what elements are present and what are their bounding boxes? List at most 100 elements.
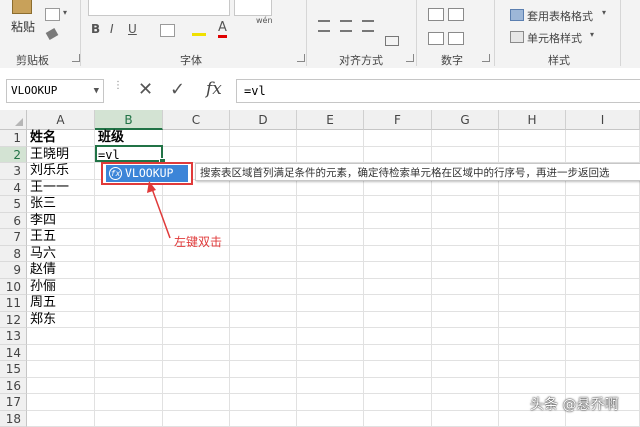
cell-a2[interactable]: 王晓明 — [30, 147, 69, 163]
chevron-down-icon[interactable]: ▼ — [94, 80, 99, 102]
name-box[interactable]: VLOOKUP ▼ — [6, 79, 104, 103]
row-header-8[interactable]: 8 — [0, 245, 27, 262]
paste-button[interactable]: 粘贴 — [6, 0, 38, 40]
bold-button[interactable]: B — [91, 22, 100, 36]
cell-a6[interactable]: 李四 — [30, 213, 56, 229]
row-header-12[interactable]: 12 — [0, 311, 27, 328]
italic-button[interactable]: I — [110, 22, 114, 36]
cancel-icon[interactable]: ✕ — [138, 79, 153, 101]
copy-icon[interactable] — [45, 8, 60, 21]
cell-a9[interactable]: 赵倩 — [30, 262, 56, 278]
annotation-label: 左键双击 — [174, 235, 223, 249]
align-right-icon[interactable] — [362, 20, 374, 32]
phonetic-button[interactable]: wén — [256, 16, 273, 25]
row-header-2[interactable]: 2 — [0, 146, 27, 163]
select-all-triangle-icon — [15, 118, 23, 126]
paste-label: 粘贴 — [11, 20, 36, 34]
autocomplete-item-vlookup[interactable]: fx VLOOKUP — [106, 165, 188, 182]
row-header-10[interactable]: 10 — [0, 278, 27, 295]
grid-row-line — [27, 195, 640, 196]
cell-a5[interactable]: 张三 — [30, 196, 56, 212]
cell-a8[interactable]: 马六 — [30, 246, 56, 262]
cell-a1[interactable]: 姓名 — [30, 130, 56, 146]
grid-row-line — [27, 310, 640, 312]
row-header-6[interactable]: 6 — [0, 212, 27, 229]
row-header-1[interactable]: 1 — [0, 130, 27, 147]
column-header-a[interactable]: A — [27, 110, 95, 130]
column-header-b[interactable]: B — [95, 110, 163, 130]
grid-row-line — [27, 294, 640, 295]
row-header-18[interactable]: 18 — [0, 410, 27, 427]
cell-a7[interactable]: 王五 — [30, 229, 56, 245]
number-launcher-icon[interactable] — [482, 54, 490, 62]
function-icon: fx — [109, 167, 122, 180]
insert-function-icon[interactable]: fx — [206, 78, 222, 100]
cell-a4[interactable]: 王一一 — [30, 180, 69, 196]
grid-row-line — [27, 228, 640, 229]
underline-button[interactable]: U — [128, 22, 137, 36]
cell-a12[interactable]: 郑东 — [30, 312, 56, 328]
row-header-3[interactable]: 3 — [0, 163, 27, 180]
row-header-15[interactable]: 15 — [0, 361, 27, 378]
styles-group-label: 样式 — [548, 54, 570, 67]
decimal-decrease-icon[interactable] — [448, 32, 464, 45]
grid-row-line — [27, 277, 640, 279]
watermark: 头条 @悬乔啊 — [530, 397, 619, 413]
clipboard-launcher-icon[interactable] — [72, 54, 80, 62]
fill-color-icon[interactable] — [192, 22, 206, 36]
formula-input[interactable]: =vl — [236, 79, 640, 103]
format-painter-icon[interactable] — [45, 28, 59, 40]
column-header-d[interactable]: D — [230, 110, 297, 130]
font-launcher-icon[interactable] — [297, 54, 305, 62]
column-header-c[interactable]: C — [163, 110, 230, 130]
active-cell-b2[interactable] — [95, 145, 163, 162]
grid-row-line — [27, 211, 640, 213]
merge-icon[interactable] — [385, 36, 399, 46]
border-icon[interactable] — [160, 24, 175, 37]
dropdown-arrow-icon[interactable]: ▾ — [63, 8, 67, 17]
format-as-table-label: 套用表格格式 — [527, 10, 593, 23]
enter-icon[interactable]: ✓ — [170, 79, 185, 101]
alignment-launcher-icon[interactable] — [406, 54, 414, 62]
grid-row-line — [27, 244, 640, 246]
column-header-f[interactable]: F — [364, 110, 432, 130]
font-color-button[interactable]: A — [218, 20, 227, 38]
cell-a10[interactable]: 孙俪 — [30, 279, 56, 295]
alignment-group-label: 对齐方式 — [339, 54, 383, 67]
comma-icon[interactable] — [448, 8, 464, 21]
row-header-5[interactable]: 5 — [0, 196, 27, 213]
decimal-icon[interactable] — [428, 32, 444, 45]
percent-icon[interactable] — [428, 8, 444, 21]
column-header-g[interactable]: G — [432, 110, 499, 130]
row-header-4[interactable]: 4 — [0, 179, 27, 196]
column-header-e[interactable]: E — [297, 110, 364, 130]
row-header-9[interactable]: 9 — [0, 262, 27, 279]
align-center-icon[interactable] — [340, 20, 352, 32]
formula-text: =vl — [244, 84, 266, 98]
font-name-combo[interactable] — [88, 0, 230, 16]
row-header-16[interactable]: 16 — [0, 377, 27, 394]
column-header-h[interactable]: H — [499, 110, 566, 130]
font-group-label: 字体 — [180, 54, 202, 67]
cell-a3[interactable]: 刘乐乐 — [30, 163, 69, 179]
group-divider — [416, 0, 417, 66]
row-header-17[interactable]: 17 — [0, 394, 27, 411]
row-header-13[interactable]: 13 — [0, 328, 27, 345]
grid-row-line — [27, 261, 640, 262]
function-tooltip: 搜索表区域首列满足条件的元素，确定待检索单元格在区域中的行序号，再进一步返回选 — [195, 163, 640, 181]
row-header-11[interactable]: 11 — [0, 295, 27, 312]
font-size-combo[interactable] — [234, 0, 272, 16]
group-divider — [620, 0, 621, 66]
column-header-i[interactable]: I — [566, 110, 640, 130]
cell-styles-label: 单元格样式 — [527, 32, 582, 45]
row-header-7[interactable]: 7 — [0, 229, 27, 246]
row-header-14[interactable]: 14 — [0, 344, 27, 361]
align-left-icon[interactable] — [318, 20, 330, 32]
autocomplete-item-label: VLOOKUP — [125, 166, 174, 180]
grid-row-line — [27, 343, 640, 345]
cell-a11[interactable]: 周五 — [30, 295, 56, 311]
cell-b1[interactable]: 班级 — [98, 130, 124, 146]
number-group-label: 数字 — [441, 54, 463, 67]
ribbon: 粘贴 ▾ 剪贴板 B I U A wén 字体 对齐方式 数字 套用表格格式 ▾… — [0, 0, 640, 69]
dropdown-arrow-icon: ▾ — [602, 8, 607, 17]
